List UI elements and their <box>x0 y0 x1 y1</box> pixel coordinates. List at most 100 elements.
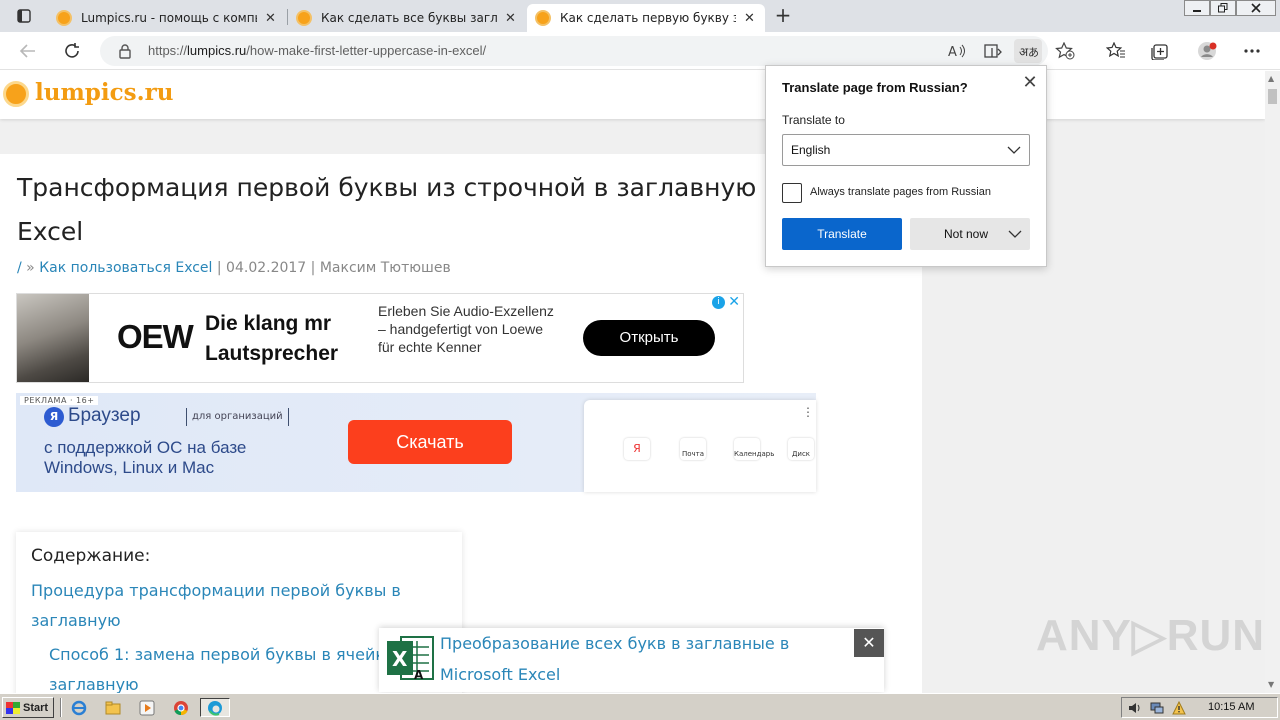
tab-close-icon[interactable]: ✕ <box>503 11 518 26</box>
tab-strip: Lumpics.ru - помощь с компьютером ✕ Как … <box>0 0 1280 32</box>
target-language-select[interactable]: English <box>782 134 1030 166</box>
ad-description-line: с поддержкой ОС на базе <box>44 438 247 457</box>
translate-close-icon[interactable]: ✕ <box>1020 72 1040 92</box>
toc-title: Содержание: <box>31 546 151 566</box>
refresh-button[interactable] <box>58 38 86 64</box>
toc-link[interactable]: Процедура трансформации первой буквы в з… <box>31 576 401 636</box>
tab-title: Lumpics.ru - помощь с компьютером <box>81 11 257 25</box>
translate-confirm-button[interactable]: Translate <box>782 218 902 250</box>
add-favorite-button[interactable] <box>1054 41 1076 61</box>
svg-text:A: A <box>948 45 957 59</box>
refresh-icon <box>65 43 79 58</box>
restore-button[interactable] <box>1210 0 1236 16</box>
always-translate-checkbox[interactable] <box>782 183 802 203</box>
scroll-down-icon[interactable]: ▼ <box>1268 680 1274 689</box>
translate-icon: अあ <box>1019 45 1038 59</box>
favorites-icon <box>1106 42 1125 58</box>
star-plus-icon <box>1055 42 1075 60</box>
close-icon <box>1251 3 1261 13</box>
chrome-launch-button[interactable] <box>170 698 192 717</box>
anyrun-watermark: ANY▷RUN <box>1036 611 1266 660</box>
windows-taskbar: Start 10:15 AM <box>0 693 1280 720</box>
ad-org-tag: для организаций <box>186 408 289 426</box>
site-header: lumpics.ru <box>0 71 1265 119</box>
edge-taskbar-button[interactable] <box>200 698 230 717</box>
loewe-ad-banner[interactable]: OEW Die klang mr Lautsprecher Erleben Si… <box>16 293 744 383</box>
security-alert-icon[interactable] <box>1172 701 1186 715</box>
chevron-down-icon <box>1007 146 1021 154</box>
article-title: Трансформация первой буквы из строчной в… <box>17 173 779 246</box>
url-path: /how-make-first-letter-uppercase-in-exce… <box>246 43 487 58</box>
taskbar-clock[interactable]: 10:15 AM <box>1208 701 1254 713</box>
tab-all-caps-article[interactable]: Как сделать все буквы заглавными в Excel… <box>288 4 526 32</box>
related-article-link[interactable]: Преобразование всех букв в заглавные в M… <box>440 628 840 690</box>
tab-close-icon[interactable]: ✕ <box>742 11 757 26</box>
tab-first-letter-article[interactable]: Как сделать первую букву заглавной в Exc… <box>527 4 765 32</box>
tab-actions-menu-button[interactable] <box>10 5 38 27</box>
ad-open-button[interactable]: Открыть <box>583 320 715 356</box>
translate-popup: Translate page from Russian? ✕ Translate… <box>765 65 1047 267</box>
site-logo[interactable]: lumpics.ru <box>35 79 173 106</box>
edge-icon <box>208 700 222 716</box>
network-icon[interactable] <box>1150 701 1164 715</box>
start-button[interactable]: Start <box>2 697 54 718</box>
breadcrumb: / » Как пользоваться Excel | 04.02.2017 … <box>17 260 451 276</box>
lock-icon <box>118 43 132 63</box>
window-close-button[interactable] <box>1236 0 1276 16</box>
profile-button[interactable] <box>1196 41 1218 61</box>
ad-body-text: Erleben Sie Audio-Exzellenz – handgefert… <box>378 303 554 355</box>
yandex-browser-ad-banner[interactable]: РЕКЛАМА · 16+ Я Браузер для организаций … <box>16 393 816 492</box>
tab-actions-icon <box>17 9 31 23</box>
url-text: https://lumpics.ru/how-make-first-letter… <box>148 43 486 58</box>
settings-more-button[interactable] <box>1241 41 1263 61</box>
taskbar-separator <box>60 698 62 717</box>
scroll-thumb[interactable] <box>1268 89 1277 104</box>
media-player-launch-button[interactable] <box>136 698 158 717</box>
tab-lumpics-home[interactable]: Lumpics.ru - помощь с компьютером ✕ <box>48 4 286 32</box>
immersive-reader-button[interactable] <box>982 41 1004 61</box>
new-tab-button[interactable]: + <box>770 4 796 28</box>
browser-toolbar: https://lumpics.ru/how-make-first-letter… <box>0 32 1280 70</box>
ad-tile: Почта <box>680 438 706 460</box>
related-article-line: Преобразование всех букв в заглавные в <box>440 634 790 653</box>
volume-icon[interactable] <box>1128 701 1142 715</box>
tab-title: Как сделать первую букву заглавной в Exc… <box>560 11 737 25</box>
url-domain: lumpics.ru <box>187 43 247 58</box>
ad-description-line: Windows, Linux и Mac <box>44 458 215 477</box>
not-now-label: Not now <box>944 227 989 241</box>
tab-close-icon[interactable]: ✕ <box>263 11 278 26</box>
toc-link-line: заглавную <box>31 611 121 630</box>
svg-text:A: A <box>414 668 424 682</box>
always-translate-label: Always translate pages from Russian <box>810 186 991 198</box>
lumpics-favicon-icon <box>56 10 72 26</box>
orange-logo-icon[interactable] <box>3 81 29 107</box>
minimize-button[interactable] <box>1184 0 1210 16</box>
ad-info-icon[interactable]: i <box>712 296 725 309</box>
excel-icon: X A <box>387 636 434 682</box>
more-dots-icon <box>1244 49 1260 53</box>
favorites-button[interactable] <box>1105 41 1127 61</box>
read-aloud-button[interactable]: A <box>946 41 968 61</box>
collections-button[interactable] <box>1149 41 1171 61</box>
chevron-down-icon[interactable] <box>1008 227 1022 241</box>
toc-link[interactable]: Способ 1: замена первой буквы в ячейке н… <box>49 640 420 693</box>
not-now-button[interactable]: Not now <box>910 218 1030 250</box>
ad-description: с поддержкой ОС на базе Windows, Linux и… <box>44 438 246 478</box>
breadcrumb-category-link[interactable]: Как пользоваться Excel <box>39 260 212 276</box>
explorer-launch-button[interactable] <box>102 698 124 717</box>
related-article-close-icon[interactable]: ✕ <box>854 629 884 657</box>
translate-button[interactable]: अあ <box>1014 39 1042 63</box>
address-bar[interactable]: https://lumpics.ru/how-make-first-letter… <box>100 36 1075 66</box>
ad-download-button[interactable]: Скачать <box>348 420 512 464</box>
ad-menu-dots-icon: ⋮ <box>802 405 814 419</box>
related-article-popup[interactable]: X A Преобразование всех букв в заглавные… <box>379 628 884 692</box>
scroll-up-icon[interactable]: ▲ <box>1268 74 1274 83</box>
internet-explorer-icon <box>71 700 87 715</box>
ad-brand-logo: OEW <box>117 318 194 355</box>
back-button[interactable] <box>14 38 42 64</box>
page-scrollbar[interactable]: ▲ ▼ <box>1265 71 1280 693</box>
folder-icon <box>105 701 121 714</box>
ie-launch-button[interactable] <box>68 698 90 717</box>
ad-close-icon[interactable]: ✕ <box>728 294 740 310</box>
ad-headline-line: Lautsprecher <box>205 342 339 365</box>
